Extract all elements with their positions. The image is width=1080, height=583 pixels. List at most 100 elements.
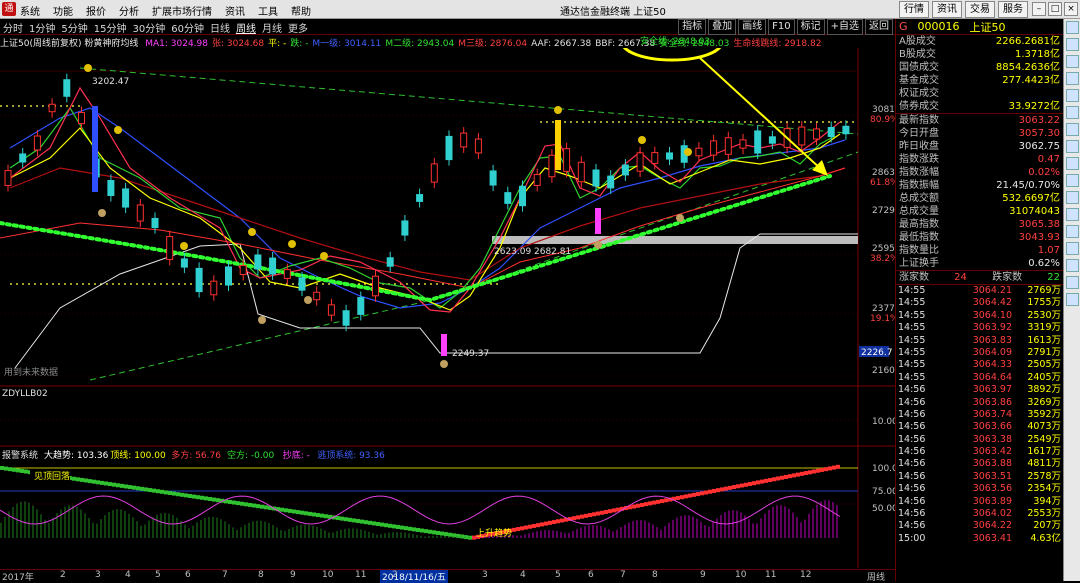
trend-block (800, 471, 804, 476)
candle-body (92, 106, 98, 192)
indicator-item: 平: - (268, 39, 287, 48)
menu-item[interactable]: 分析 (119, 3, 139, 18)
up-arrow-icon[interactable] (1065, 21, 1079, 34)
trade-list[interactable]: 14:55 3064.21 2769万 14:55 3064.42 1755万 14:55 3… (896, 285, 1063, 545)
index-row: 指数涨幅 0.02% (899, 167, 1060, 178)
menu-item[interactable]: 帮助 (291, 3, 311, 18)
trend-block (0, 466, 4, 470)
indicator-item: 生命线跳线: 2918.82 (733, 39, 822, 48)
candle-body (63, 79, 71, 97)
trend-block (732, 485, 736, 490)
fx-icon[interactable] (1065, 89, 1079, 102)
pct-tick: 19.1% (870, 314, 895, 324)
top-button[interactable]: 资讯 (932, 1, 962, 18)
trend-block (684, 494, 688, 499)
chart-tool-button[interactable]: 返回 (865, 19, 893, 35)
candle-body (210, 280, 218, 296)
menu-item[interactable]: 功能 (53, 3, 73, 18)
period-tab[interactable]: 分时 (3, 20, 23, 35)
trend-block (360, 519, 364, 524)
chart-tool-button[interactable]: F10 (768, 19, 795, 35)
trend-block (132, 485, 136, 490)
chart-tool-button[interactable]: 标记 (796, 19, 825, 35)
flow-icon[interactable] (1065, 140, 1079, 153)
menu-item[interactable]: 资讯 (225, 3, 245, 18)
period-tab[interactable]: 更多 (288, 20, 308, 35)
time-label: 11 (355, 570, 367, 580)
fx2-icon[interactable] (1065, 106, 1079, 119)
grid-icon[interactable] (1065, 55, 1079, 68)
candle-body (813, 128, 820, 140)
menu-item[interactable]: 系统 (20, 3, 40, 18)
candle-body (327, 304, 335, 316)
candle-icon[interactable] (1065, 259, 1079, 272)
menu-icon[interactable] (1065, 276, 1079, 289)
candle-body (636, 152, 644, 172)
chart-tool-button[interactable]: +自选 (826, 19, 863, 35)
top-right-buttons: 行情 资讯 交易 服务 (896, 1, 1028, 18)
maximize-icon[interactable]: □ (1048, 2, 1062, 16)
candle-body (416, 194, 424, 202)
period-tab[interactable]: 日线 (210, 20, 230, 35)
period-tab[interactable]: 月线 (262, 20, 282, 35)
ma-icon[interactable] (1065, 123, 1079, 136)
chart-tool-button[interactable]: 画线 (738, 19, 767, 35)
indicator-item: MA1: 3024.98 (145, 39, 208, 48)
menu-item[interactable]: 报价 (86, 3, 106, 18)
trend-block (176, 492, 180, 497)
top-button[interactable]: 行情 (899, 1, 929, 18)
trend-block (92, 479, 96, 484)
candle-body (504, 192, 512, 204)
trend-block (716, 488, 720, 493)
trend-block (384, 523, 388, 528)
top-button[interactable]: 交易 (965, 1, 995, 18)
period-tab[interactable]: 5分钟 (61, 20, 87, 35)
trend-block (408, 526, 412, 531)
trend-block (820, 467, 824, 472)
rsi-icon[interactable] (1065, 174, 1079, 187)
grid2-icon[interactable] (1065, 225, 1079, 238)
period-tab[interactable]: 1分钟 (29, 20, 55, 35)
g-label: G (899, 20, 908, 33)
period-tab[interactable]: 周线 (236, 20, 256, 35)
price-axis-labels: 308180.9% 286361.8% 2729 259538.2% 237719.1%… (870, 105, 899, 376)
trend-block (784, 474, 788, 479)
trend-block (612, 508, 616, 513)
candle-body (298, 277, 306, 291)
chart-tool-button[interactable]: 叠加 (708, 19, 737, 35)
menu-item[interactable]: 工具 (258, 3, 278, 18)
trend-block (676, 495, 680, 500)
minimize-icon[interactable]: – (1032, 2, 1046, 16)
menu-item[interactable]: 扩展市场行情 (152, 3, 212, 18)
time-label: 2 (392, 570, 398, 580)
chart-icon[interactable] (1065, 38, 1079, 51)
period-tab[interactable]: 60分钟 (171, 20, 204, 35)
trend-block (376, 522, 380, 526)
trend-block (256, 504, 260, 509)
trend-block (744, 482, 748, 487)
arrow-icon[interactable] (1065, 157, 1079, 170)
trend-block (772, 477, 776, 482)
index-row: 最新指数 3063.22 (899, 115, 1060, 126)
trend-block (124, 484, 128, 489)
cross-icon[interactable] (1065, 191, 1079, 204)
close-icon[interactable]: × (1064, 2, 1078, 16)
trend-block (244, 502, 248, 507)
candle-body (357, 297, 365, 315)
zoom-icon[interactable] (1065, 293, 1079, 306)
pin-icon[interactable] (1065, 208, 1079, 221)
period-tab[interactable]: 15分钟 (94, 20, 127, 35)
chart-area[interactable]: 3202.47 2249.37 2623.09 2682.81 用到未来数据 3… (0, 22, 899, 568)
chart-tool-button[interactable]: 指标 (678, 19, 707, 35)
candle-body (195, 267, 203, 293)
period-tab[interactable]: 30分钟 (132, 20, 165, 35)
candle-body (489, 170, 497, 186)
top-button[interactable]: 服务 (998, 1, 1028, 18)
trend-block (824, 467, 828, 472)
candle-body (533, 174, 541, 186)
trend-block (252, 503, 256, 508)
trend-block (188, 494, 192, 498)
time-label: 5 (555, 570, 561, 580)
news-icon[interactable] (1065, 72, 1079, 85)
wave-icon[interactable] (1065, 242, 1079, 255)
